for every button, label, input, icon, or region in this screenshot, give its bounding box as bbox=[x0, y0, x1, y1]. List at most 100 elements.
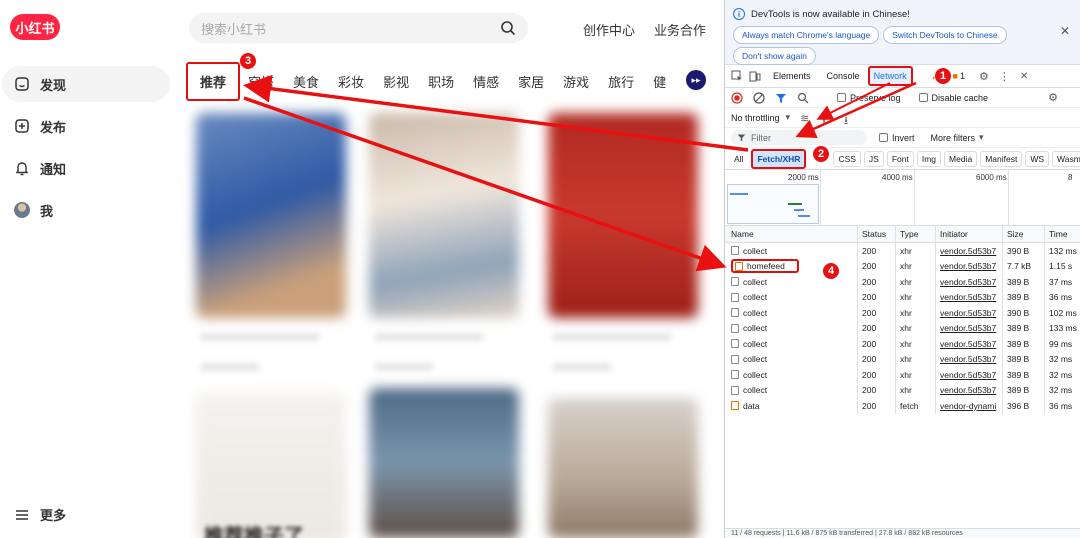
tab-career[interactable]: 职场 bbox=[428, 72, 454, 91]
network-settings-icon[interactable]: ⚙ bbox=[1048, 91, 1058, 104]
sidebar-item-publish[interactable]: 发布 bbox=[2, 108, 170, 144]
cell-initiator[interactable]: vendor.5d53b7 bbox=[936, 336, 1003, 352]
tab-network[interactable]: Network bbox=[867, 66, 913, 86]
initiator-link[interactable]: vendor.5d53b7 bbox=[940, 277, 996, 287]
table-row[interactable]: collect 200 xhr vendor.5d53b7 390 B 132 ms bbox=[725, 243, 1080, 259]
table-row[interactable]: data 200 fetch vendor-dynami 396 B 36 ms bbox=[725, 398, 1080, 414]
network-timeline[interactable]: 2000 ms 4000 ms 6000 ms 8 bbox=[725, 170, 1080, 226]
table-row[interactable]: collect 200 xhr vendor.5d53b7 389 B 133 ms bbox=[725, 320, 1080, 336]
download-icon[interactable]: ⭳ bbox=[844, 112, 856, 127]
tab-emotion[interactable]: 情感 bbox=[473, 72, 499, 91]
initiator-link[interactable]: vendor.5d53b7 bbox=[940, 370, 996, 380]
cell-initiator[interactable]: vendor.5d53b7 bbox=[936, 243, 1003, 259]
cell-name[interactable]: collect bbox=[725, 367, 858, 383]
type-wasm[interactable]: Wasm bbox=[1052, 150, 1080, 167]
filter-icon[interactable] bbox=[775, 92, 787, 104]
cell-initiator[interactable]: vendor.5d53b7 bbox=[936, 305, 1003, 321]
logo[interactable]: 小红书 bbox=[10, 14, 60, 40]
initiator-link[interactable]: vendor.5d53b7 bbox=[940, 292, 996, 302]
preserve-log-checkbox[interactable] bbox=[837, 93, 846, 102]
cell-initiator[interactable]: vendor.5d53b7 bbox=[936, 289, 1003, 305]
cell-name[interactable]: data bbox=[725, 398, 858, 414]
tab-travel[interactable]: 旅行 bbox=[608, 72, 634, 91]
wifi-icon[interactable]: ≋ bbox=[800, 112, 812, 125]
tab-fitness[interactable]: 健 bbox=[653, 72, 666, 91]
dont-show-again-button[interactable]: Don't show again bbox=[733, 47, 816, 65]
initiator-link[interactable]: vendor.5d53b7 bbox=[940, 323, 996, 333]
table-row[interactable]: homefeed 200 xhr vendor.5d53b7 7.7 kB 1.15 s bbox=[725, 258, 1080, 274]
filter-input[interactable]: Filter bbox=[731, 130, 867, 145]
close-devtools-icon[interactable]: ✕ bbox=[1020, 71, 1028, 82]
cell-initiator[interactable]: vendor.5d53b7 bbox=[936, 320, 1003, 336]
inspect-element-icon[interactable] bbox=[731, 70, 743, 82]
tab-home[interactable]: 家居 bbox=[518, 72, 544, 91]
type-ws[interactable]: WS bbox=[1025, 150, 1050, 167]
throttling-select[interactable]: No throttling bbox=[731, 113, 780, 123]
note-card[interactable] bbox=[196, 113, 346, 318]
table-row[interactable]: collect 200 xhr vendor.5d53b7 390 B 102 ms bbox=[725, 305, 1080, 321]
invert-checkbox[interactable] bbox=[879, 133, 888, 142]
initiator-link[interactable]: vendor.5d53b7 bbox=[940, 261, 996, 271]
sidebar-item-me[interactable]: 我 bbox=[2, 192, 170, 228]
table-row[interactable]: collect 200 xhr vendor.5d53b7 389 B 32 ms bbox=[725, 382, 1080, 398]
device-toolbar-icon[interactable] bbox=[749, 70, 761, 82]
disable-cache-checkbox[interactable] bbox=[918, 93, 928, 102]
sidebar-item-notifications[interactable]: 通知 bbox=[2, 150, 170, 186]
column-type[interactable]: Type bbox=[896, 226, 936, 242]
cell-name[interactable]: collect bbox=[725, 305, 858, 321]
tab-console[interactable]: Console bbox=[819, 71, 868, 81]
type-font[interactable]: Font bbox=[886, 150, 914, 167]
note-card[interactable] bbox=[548, 398, 698, 538]
cell-initiator[interactable]: vendor.5d53b7 bbox=[936, 367, 1003, 383]
type-media[interactable]: Media bbox=[944, 150, 978, 167]
creator-center-link[interactable]: 创作中心 bbox=[583, 20, 635, 39]
note-card[interactable] bbox=[369, 388, 519, 538]
type-manifest[interactable]: Manifest bbox=[980, 150, 1023, 167]
tab-recommend[interactable]: 推荐 bbox=[186, 61, 241, 101]
search-input[interactable]: 搜索小红书 bbox=[201, 19, 500, 38]
column-status[interactable]: Status bbox=[858, 226, 896, 242]
record-icon[interactable] bbox=[731, 91, 743, 104]
type-all[interactable]: All bbox=[729, 151, 748, 167]
tabs-scroll-right-icon[interactable]: ▸▸ bbox=[686, 70, 706, 90]
clear-icon[interactable] bbox=[753, 91, 765, 104]
table-row[interactable]: collect 200 xhr vendor.5d53b7 389 B 99 ms bbox=[725, 336, 1080, 352]
table-row[interactable]: collect 200 xhr vendor.5d53b7 389 B 36 ms bbox=[725, 289, 1080, 305]
type-css[interactable]: CSS bbox=[833, 150, 861, 167]
column-name[interactable]: Name bbox=[725, 226, 858, 242]
issues-icon[interactable]: ■ bbox=[953, 71, 958, 81]
initiator-link[interactable]: vendor-dynami bbox=[940, 401, 996, 411]
sidebar-item-discover[interactable]: 发现 bbox=[2, 66, 170, 102]
note-card[interactable] bbox=[548, 113, 698, 318]
initiator-link[interactable]: vendor.5d53b7 bbox=[940, 308, 996, 318]
type-fetch-xhr[interactable]: Fetch/XHR bbox=[751, 148, 807, 169]
tab-elements[interactable]: Elements bbox=[765, 71, 819, 81]
table-row[interactable]: collect 200 xhr vendor.5d53b7 389 B 32 ms bbox=[725, 351, 1080, 367]
note-card[interactable] bbox=[369, 113, 519, 318]
cell-name[interactable]: collect bbox=[725, 289, 858, 305]
kebab-menu-icon[interactable]: ⋮ bbox=[999, 70, 1010, 83]
match-language-button[interactable]: Always match Chrome's language bbox=[733, 26, 880, 44]
initiator-link[interactable]: vendor.5d53b7 bbox=[940, 385, 996, 395]
column-time[interactable]: Time bbox=[1045, 226, 1080, 242]
cell-name[interactable]: collect bbox=[725, 336, 858, 352]
initiator-link[interactable]: vendor.5d53b7 bbox=[940, 246, 996, 256]
cell-initiator[interactable]: vendor.5d53b7 bbox=[936, 274, 1003, 290]
cell-initiator[interactable]: vendor.5d53b7 bbox=[936, 258, 1003, 274]
cell-name[interactable]: collect bbox=[725, 320, 858, 336]
settings-icon[interactable]: ⚙ bbox=[979, 70, 989, 83]
note-card[interactable] bbox=[196, 393, 346, 538]
cell-name[interactable]: collect bbox=[725, 351, 858, 367]
cell-initiator[interactable]: vendor-dynami bbox=[936, 398, 1003, 414]
close-icon[interactable]: ✕ bbox=[1060, 24, 1070, 38]
column-size[interactable]: Size bbox=[1003, 226, 1045, 242]
table-row[interactable]: collect 200 xhr vendor.5d53b7 389 B 32 ms bbox=[725, 367, 1080, 383]
tab-food[interactable]: 美食 bbox=[293, 72, 319, 91]
upload-icon[interactable]: ⭱ bbox=[822, 112, 834, 127]
search-icon[interactable] bbox=[797, 92, 809, 104]
cell-name[interactable]: collect bbox=[725, 382, 858, 398]
chevron-down-icon[interactable]: ▾ bbox=[786, 112, 791, 123]
tab-outfit[interactable]: 穿搭 bbox=[248, 72, 274, 91]
search-bar[interactable]: 搜索小红书 bbox=[189, 13, 528, 43]
cell-initiator[interactable]: vendor.5d53b7 bbox=[936, 351, 1003, 367]
